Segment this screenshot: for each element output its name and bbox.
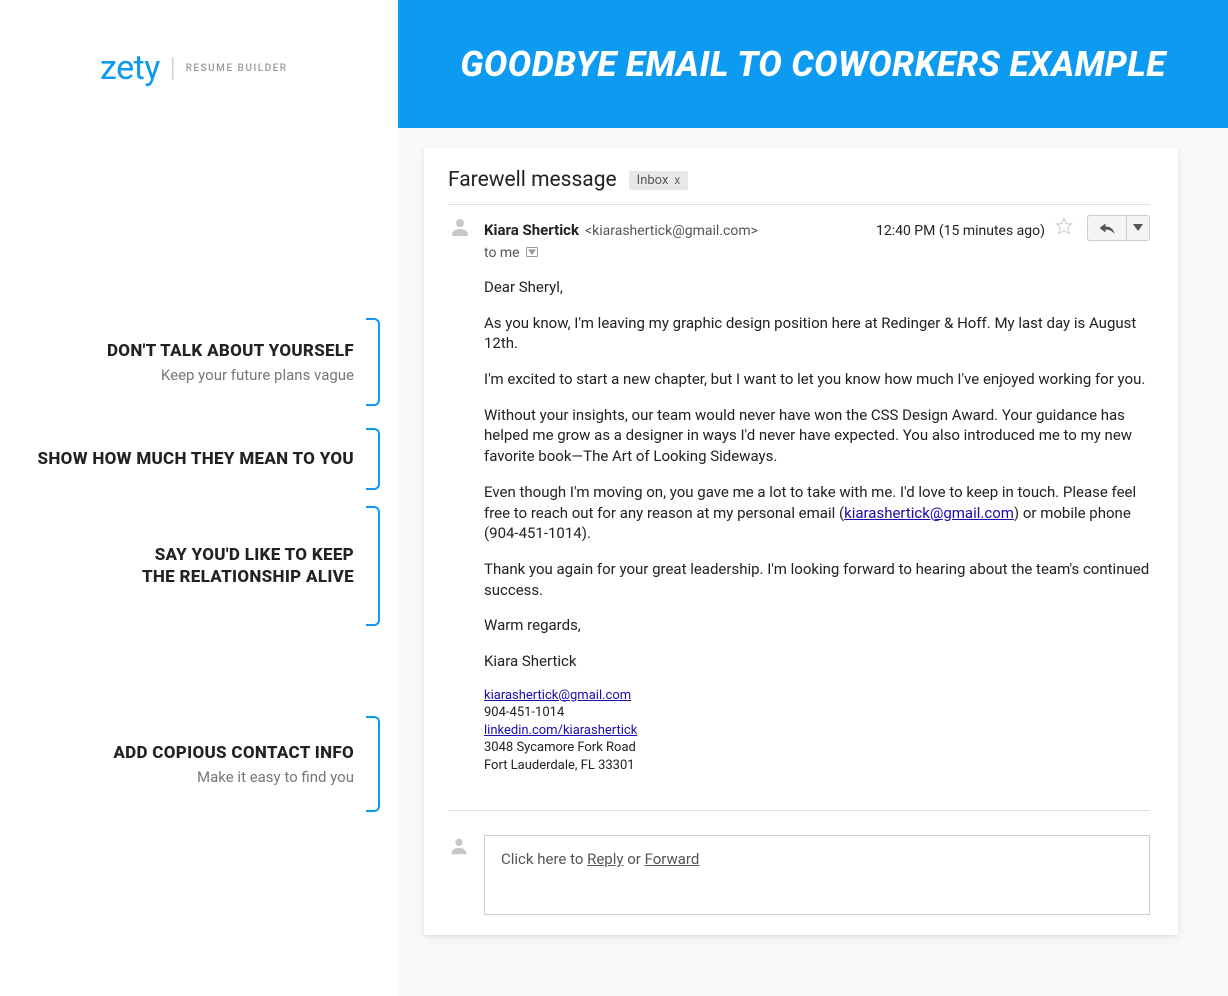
email-card: Farewell message Inbox x Kiara Shertick …	[424, 148, 1178, 935]
reply-link[interactable]: Reply	[587, 850, 623, 868]
bracket-icon	[366, 318, 380, 406]
annotation-2: SHOW HOW MUCH THEY MEAN TO YOU	[38, 428, 380, 490]
page-title: GOODBYE EMAIL TO COWORKERS EXAMPLE	[460, 44, 1166, 85]
email-subject: Farewell message	[448, 168, 617, 192]
sig-addr1: 3048 Sycamore Fork Road	[484, 740, 636, 755]
annotation-4: ADD COPIOUS CONTACT INFO Make it easy to…	[113, 716, 380, 812]
email-header: Kiara Shertick <kiarashertick@gmail.com>…	[448, 215, 1150, 261]
sender-name: Kiara Shertick	[484, 221, 579, 239]
reply-box[interactable]: Click here to Reply or Forward	[484, 835, 1150, 915]
regards: Warm regards,	[484, 615, 1150, 636]
bracket-icon	[366, 506, 380, 626]
to-line: to me	[484, 245, 1150, 261]
reply-or: or	[623, 850, 644, 868]
sig-linkedin-link[interactable]: linkedin.com/kiarashertick	[484, 723, 637, 738]
sig-phone: 904-451-1014	[484, 705, 564, 720]
logo-divider: |	[170, 53, 176, 83]
brand-subtitle: RESUME BUILDER	[186, 63, 288, 74]
paragraph-5: Thank you again for your great leadershi…	[484, 559, 1150, 600]
brand-logo: zety	[100, 48, 160, 88]
sender-email: <kiarashertick@gmail.com>	[585, 223, 758, 239]
avatar-icon	[448, 215, 472, 239]
close-icon[interactable]: x	[674, 173, 680, 187]
signature: kiarashertick@gmail.com 904-451-1014 lin…	[484, 687, 1150, 775]
forward-link[interactable]: Forward	[645, 850, 700, 868]
annotation-4-title: ADD COPIOUS CONTACT INFO	[113, 742, 354, 764]
bracket-icon	[366, 716, 380, 812]
chevron-down-icon[interactable]	[526, 245, 538, 261]
email-body: Dear Sheryl, As you know, I'm leaving my…	[484, 277, 1150, 774]
sidebar: zety | RESUME BUILDER DON'T TALK ABOUT Y…	[0, 0, 398, 996]
sign-name: Kiara Shertick	[484, 651, 1150, 672]
more-button[interactable]	[1127, 215, 1150, 241]
annotation-1: DON'T TALK ABOUT YOURSELF Keep your futu…	[107, 318, 380, 406]
sig-email-link[interactable]: kiarashertick@gmail.com	[484, 688, 631, 703]
reply-prefix: Click here to	[501, 850, 587, 868]
annotation-2-title: SHOW HOW MUCH THEY MEAN TO YOU	[38, 448, 354, 470]
inbox-label[interactable]: Inbox x	[629, 171, 689, 190]
reply-area: Click here to Reply or Forward	[448, 810, 1150, 915]
paragraph-2: I'm excited to start a new chapter, but …	[484, 369, 1150, 390]
body-email-link[interactable]: kiarashertick@gmail.com	[844, 504, 1014, 522]
bracket-icon	[366, 428, 380, 490]
annotation-1-sub: Keep your future plans vague	[107, 366, 354, 384]
annotation-4-sub: Make it easy to find you	[113, 768, 354, 786]
greeting: Dear Sheryl,	[484, 277, 1150, 298]
avatar-icon	[448, 835, 470, 857]
logo-area: zety | RESUME BUILDER	[100, 48, 288, 88]
annotation-3-title-l1: SAY YOU'D LIKE TO KEEP	[142, 544, 354, 566]
sig-addr2: Fort Lauderdale, FL 33301	[484, 758, 635, 773]
header-banner: GOODBYE EMAIL TO COWORKERS EXAMPLE	[398, 0, 1228, 128]
paragraph-1: As you know, I'm leaving my graphic desi…	[484, 313, 1150, 354]
paragraph-3: Without your insights, our team would ne…	[484, 405, 1150, 467]
subject-row: Farewell message Inbox x	[448, 168, 1150, 205]
timestamp: 12:40 PM (15 minutes ago)	[876, 223, 1045, 239]
annotation-3: SAY YOU'D LIKE TO KEEP THE RELATIONSHIP …	[142, 506, 380, 626]
to-text: to me	[484, 245, 520, 261]
paragraph-4: Even though I'm moving on, you gave me a…	[484, 482, 1150, 544]
annotation-1-title: DON'T TALK ABOUT YOURSELF	[107, 340, 354, 362]
annotation-3-title-l2: THE RELATIONSHIP ALIVE	[142, 566, 354, 588]
star-icon[interactable]	[1055, 217, 1073, 235]
inbox-label-text: Inbox	[637, 173, 669, 188]
reply-button[interactable]	[1087, 215, 1127, 241]
